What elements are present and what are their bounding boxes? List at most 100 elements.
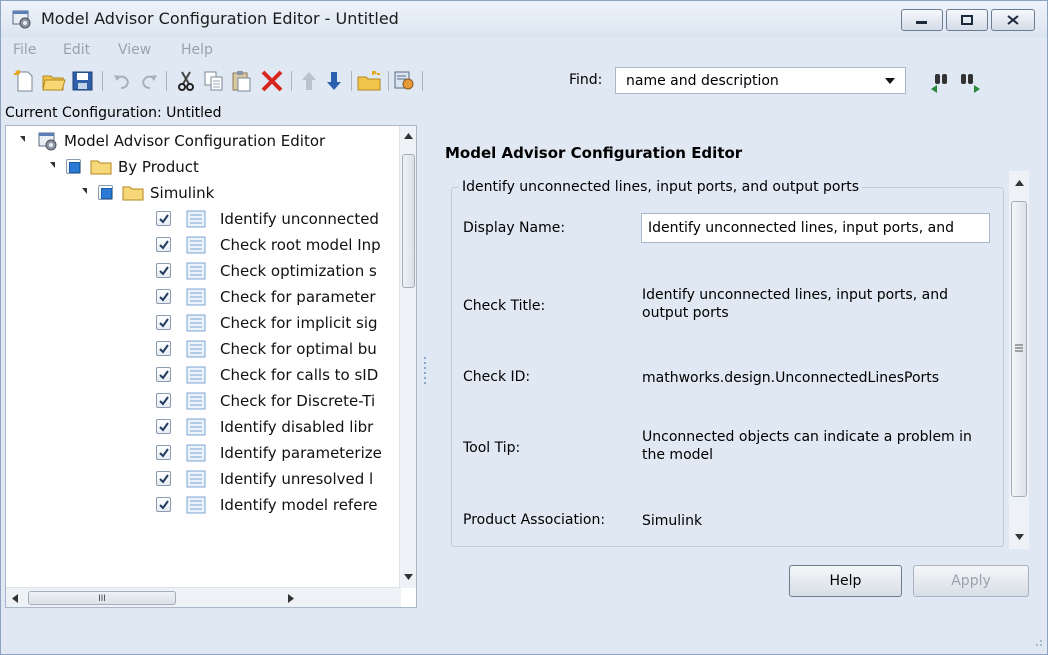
checkbox[interactable] bbox=[156, 419, 171, 434]
apply-button[interactable]: Apply bbox=[913, 565, 1029, 597]
tree-item-label: By Product bbox=[118, 158, 199, 176]
scrollbar-thumb[interactable] bbox=[402, 154, 415, 288]
check-item-icon bbox=[186, 366, 206, 384]
delete-icon[interactable] bbox=[259, 69, 285, 93]
scroll-down-icon[interactable] bbox=[1015, 534, 1024, 540]
menu-help[interactable]: Help bbox=[181, 42, 213, 58]
expand-icon[interactable] bbox=[50, 162, 55, 168]
find-scope-dropdown[interactable]: name and description bbox=[615, 67, 906, 94]
checkbox[interactable] bbox=[156, 341, 171, 356]
scrollbar-thumb[interactable]: III bbox=[28, 591, 176, 605]
checkbox[interactable] bbox=[156, 367, 171, 382]
display-name-field[interactable]: Identify unconnected lines, input ports,… bbox=[641, 213, 990, 243]
main-window: Model Advisor Configuration Editor - Unt… bbox=[0, 0, 1048, 655]
scroll-up-icon[interactable] bbox=[404, 133, 413, 139]
expand-icon[interactable] bbox=[82, 188, 87, 194]
checkbox[interactable] bbox=[156, 497, 171, 512]
check-id-value: mathworks.design.UnconnectedLinesPorts bbox=[642, 370, 940, 386]
maximize-button[interactable] bbox=[946, 9, 988, 31]
paste-icon[interactable] bbox=[229, 69, 255, 93]
cut-icon[interactable] bbox=[173, 69, 199, 93]
tree-item-check[interactable]: Check for parameter bbox=[6, 284, 401, 310]
scrollbar-grip: III bbox=[98, 593, 106, 603]
checkbox[interactable] bbox=[156, 445, 171, 460]
tree-item-check[interactable]: Identify unconnected bbox=[6, 206, 401, 232]
redo-icon[interactable] bbox=[136, 69, 162, 93]
tree-item-root[interactable]: Model Advisor Configuration Editor bbox=[6, 128, 401, 154]
menu-view[interactable]: View bbox=[118, 42, 151, 58]
find-next-icon[interactable] bbox=[956, 69, 982, 93]
find-previous-icon[interactable] bbox=[928, 69, 954, 93]
configuration-tree[interactable]: Model Advisor Configuration Editor By Pr… bbox=[5, 125, 417, 608]
checkbox[interactable] bbox=[156, 315, 171, 330]
checkmark-icon bbox=[159, 370, 169, 380]
tree-item-check[interactable]: Check optimization s bbox=[6, 258, 401, 284]
tree-item-simulink[interactable]: Simulink bbox=[6, 180, 401, 206]
tree-item-label: Check for optimal bu bbox=[220, 340, 377, 358]
scroll-up-icon[interactable] bbox=[1015, 180, 1024, 186]
tree-item-check[interactable]: Identify unresolved l bbox=[6, 466, 401, 492]
menu-file[interactable]: File bbox=[13, 42, 36, 58]
scroll-down-icon[interactable] bbox=[404, 574, 413, 580]
tree-item-check[interactable]: Identify model refere bbox=[6, 492, 401, 518]
tool-tip-value: Unconnected objects can indicate a probl… bbox=[642, 429, 972, 463]
menu-edit[interactable]: Edit bbox=[63, 42, 90, 58]
title-bar[interactable]: Model Advisor Configuration Editor - Unt… bbox=[1, 1, 1047, 37]
tree-item-check[interactable]: Check for Discrete-Ti bbox=[6, 388, 401, 414]
partial-checkbox[interactable] bbox=[66, 159, 81, 174]
checkbox[interactable] bbox=[156, 237, 171, 252]
help-button[interactable]: Help bbox=[789, 565, 902, 597]
checkbox[interactable] bbox=[156, 289, 171, 304]
open-folder-icon[interactable] bbox=[41, 69, 67, 93]
tree-item-by-product[interactable]: By Product bbox=[6, 154, 401, 180]
check-item-icon bbox=[186, 392, 206, 410]
scrollbar-thumb[interactable] bbox=[1011, 201, 1027, 497]
check-item-icon bbox=[186, 418, 206, 436]
checkbox[interactable] bbox=[156, 263, 171, 278]
checkmark-icon bbox=[159, 500, 169, 510]
checkmark-icon bbox=[159, 474, 169, 484]
copy-icon[interactable] bbox=[201, 69, 227, 93]
library-browser-icon[interactable] bbox=[392, 69, 418, 93]
resize-grip-icon[interactable] bbox=[1031, 635, 1043, 647]
checkmark-icon bbox=[159, 422, 169, 432]
tree-item-label: Check for implicit sig bbox=[220, 314, 378, 332]
partial-checkbox[interactable] bbox=[98, 185, 113, 200]
tree-item-label: Check for Discrete-Ti bbox=[220, 392, 376, 410]
find-scope-value: name and description bbox=[626, 73, 779, 89]
scroll-right-icon[interactable] bbox=[288, 594, 294, 603]
toolbar: Find: name and description bbox=[1, 63, 1047, 99]
new-file-icon[interactable] bbox=[12, 69, 38, 93]
tree-item-check[interactable]: Check root model Inp bbox=[6, 232, 401, 258]
scroll-left-icon[interactable] bbox=[12, 594, 18, 603]
model-advisor-icon bbox=[12, 10, 31, 29]
tree-item-check[interactable]: Check for optimal bu bbox=[6, 336, 401, 362]
check-item-icon bbox=[186, 262, 206, 280]
properties-vertical-scrollbar[interactable] bbox=[1009, 171, 1029, 549]
check-item-icon bbox=[186, 340, 206, 358]
tree-item-check[interactable]: Identify parameterize bbox=[6, 440, 401, 466]
minimize-button[interactable] bbox=[901, 9, 943, 31]
checkbox[interactable] bbox=[156, 393, 171, 408]
tree-item-check[interactable]: Check for calls to sID bbox=[6, 362, 401, 388]
checkbox[interactable] bbox=[156, 471, 171, 486]
expand-icon[interactable] bbox=[20, 136, 25, 142]
close-button[interactable] bbox=[991, 9, 1035, 31]
undo-icon[interactable] bbox=[109, 69, 135, 93]
toolbar-separator bbox=[102, 71, 103, 91]
toolbar-separator bbox=[422, 71, 423, 91]
move-up-icon[interactable] bbox=[296, 69, 322, 93]
splitter-handle[interactable] bbox=[424, 357, 427, 387]
tree-horizontal-scrollbar[interactable]: III bbox=[6, 587, 401, 607]
tree-item-label: Identify disabled libr bbox=[220, 418, 374, 436]
new-folder-icon[interactable] bbox=[356, 69, 382, 93]
move-down-icon[interactable] bbox=[321, 69, 347, 93]
toolbar-separator bbox=[166, 71, 167, 91]
checkbox[interactable] bbox=[156, 211, 171, 226]
save-icon[interactable] bbox=[70, 69, 96, 93]
tree-vertical-scrollbar[interactable] bbox=[399, 126, 416, 588]
tree-item-check[interactable]: Check for implicit sig bbox=[6, 310, 401, 336]
tree-item-check[interactable]: Identify disabled libr bbox=[6, 414, 401, 440]
checkmark-icon bbox=[159, 214, 169, 224]
folder-icon bbox=[90, 160, 112, 175]
